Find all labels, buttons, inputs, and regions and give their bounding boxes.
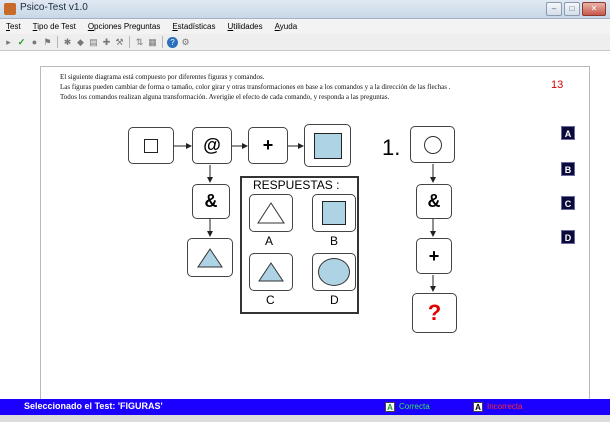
large-blue-square-shape — [313, 132, 342, 159]
question-shape-box — [410, 126, 455, 163]
command-amp: & — [204, 191, 218, 211]
question-label: 1. — [382, 135, 401, 160]
command-amp-box: & — [192, 184, 230, 219]
command-at: @ — [203, 135, 221, 155]
question-amp-box: & — [416, 184, 452, 219]
select-c-button[interactable]: C — [561, 196, 575, 210]
result-triangle-box — [187, 238, 233, 277]
window-bottom-edge — [0, 415, 610, 422]
answer-d-label: D — [330, 293, 339, 307]
blue-triangle-shape — [197, 247, 223, 267]
answer-c-option[interactable] — [249, 253, 293, 291]
blue-square-shape — [322, 201, 346, 225]
answer-c-label: C — [266, 293, 275, 307]
command-at-box: @ — [192, 127, 232, 164]
correct-legend-icon: A — [385, 402, 395, 412]
select-d-button[interactable]: D — [561, 230, 575, 244]
answer-b-option[interactable] — [312, 194, 356, 232]
answer-a-label: A — [265, 234, 274, 248]
command-plus: + — [262, 135, 274, 155]
correct-legend-label: Correcta — [399, 402, 430, 411]
incorrect-legend-icon: A — [473, 402, 483, 412]
small-circle-shape — [423, 135, 442, 154]
command-plus: + — [428, 245, 440, 266]
question-plus-box: + — [416, 238, 452, 274]
answer-a-option[interactable] — [249, 194, 293, 232]
select-a-button[interactable]: A — [561, 126, 575, 140]
status-text: Seleccionado el Test: 'FIGURAS' — [24, 401, 163, 411]
incorrect-legend-label: Incorrecta — [487, 402, 523, 411]
question-mark: ? — [427, 300, 442, 325]
blue-circle-shape — [318, 258, 350, 286]
result-shape-box — [304, 124, 351, 167]
unknown-result-box: ? — [412, 293, 457, 333]
command-amp: & — [427, 191, 441, 211]
command-plus-box: + — [248, 127, 288, 164]
answer-b-label: B — [330, 234, 339, 248]
answers-title: RESPUESTAS : — [253, 178, 340, 192]
small-square-shape — [144, 138, 158, 153]
white-triangle-shape — [257, 202, 285, 224]
blue-triangle-shape — [258, 262, 284, 282]
select-b-button[interactable]: B — [561, 162, 575, 176]
answer-d-option[interactable] — [312, 253, 356, 291]
start-shape-box — [128, 127, 174, 164]
